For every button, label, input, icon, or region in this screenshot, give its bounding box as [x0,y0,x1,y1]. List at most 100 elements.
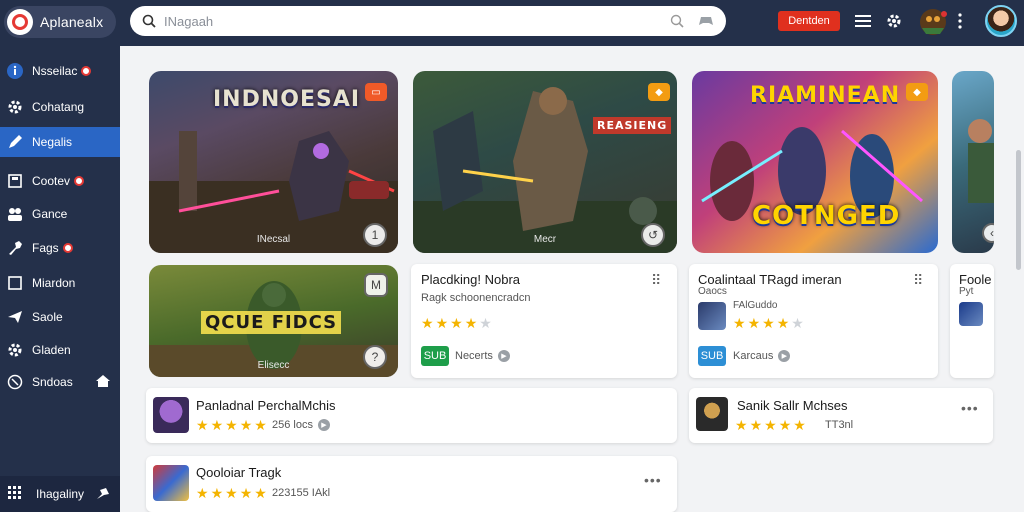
gamepad-icon[interactable] [698,14,714,28]
featured-caption: INecsal [256,234,291,245]
rating-stars: ★ ★ ★ ★ ★ [196,418,267,432]
user-avatar[interactable] [985,5,1017,37]
sidebar-item-gladen[interactable]: Gladen [0,335,120,365]
featured-subtitle: RIAMINEAN [750,83,901,108]
promo-title: QCUE FIDCS [201,311,342,334]
star-icon: ★ [196,417,209,433]
game-card-partial[interactable]: Foole Pyt [950,264,994,378]
scrollbar[interactable] [1016,150,1021,270]
list-item[interactable]: Panladnal PerchalMchis ★ ★ ★ ★ ★ 256 locs ▶ [146,388,677,443]
sidebar-item-fags[interactable]: Fags [0,233,120,263]
list-item[interactable]: Sanik Sallr Mchses ••• ★ ★ ★ ★ ★ TT3nl [689,388,993,443]
game-avatar[interactable] [916,6,950,38]
featured-card-partial[interactable]: ‹ [952,71,994,253]
game-card[interactable]: Coalintaal TRagd imeran ⠿ Oaocs FAlGuddo… [689,264,938,378]
list-item-meta: 223155 IAkl [272,487,330,499]
more-options-icon[interactable]: ⠿ [913,272,924,289]
featured-card[interactable]: REASIENG ◆ Mecr ↺ [413,71,677,253]
rating-stars: ★ ★ ★ ★ ★ [196,486,267,500]
game-card-meta-label: Necerts [455,350,493,362]
sidebar-footer-label: Ihagaliny [36,487,85,501]
sidebar-item-cootev[interactable]: Cootev [0,166,120,196]
more-options-icon[interactable]: ••• [961,400,979,416]
sidebar-item-label: Cootev [32,174,71,188]
game-card-meta: Karcaus ▶ [733,350,791,362]
featured-card[interactable]: RIAMINEAN COTNGED ◆ [692,71,938,253]
app-logo[interactable]: Aplanealx [4,6,116,38]
sidebar-item-negalis[interactable]: Negalis [0,127,120,157]
star-icon: ★ [793,417,806,433]
sidebar-item-sndoas[interactable]: Sndoas [0,367,120,397]
star-icon: ★ [254,417,267,433]
featured-action-button[interactable]: 1 [363,223,387,247]
rating-stars: ★ ★ ★ ★ ★ [421,316,492,330]
rating-stars: ★ ★ ★ ★ ★ [735,418,806,432]
search-input[interactable] [164,13,644,29]
list-item-meta-label: 223155 IAkl [272,487,331,499]
featured-card[interactable]: INDNOESAI ▭ INecsal 1 [149,71,398,253]
star-icon: ★ [747,315,761,331]
arrow-icon: ▶ [317,419,330,431]
promo-help-button[interactable]: ? [363,345,387,369]
more-options-icon[interactable]: ⠿ [651,272,662,289]
game-card-meta-label: Karcaus [733,350,774,362]
arrow-icon: ▶ [778,350,791,362]
sidebar-item-saole[interactable]: Saole [0,302,120,332]
list-item-meta: 256 locs ▶ [272,419,330,431]
gear-icon[interactable] [886,13,902,29]
sidebar-item-label: Gladen [32,343,71,357]
featured-title: INDNOESAI [213,87,361,112]
promo-card[interactable]: QCUE FIDCS Elisecc M ? [149,265,398,377]
home-icon[interactable] [96,375,110,390]
list-item-title: Panladnal PerchalMchis [196,398,336,413]
search-submit-icon[interactable] [670,14,684,28]
game-card-publisher: FAlGuddo [733,300,778,311]
sidebar-item-cohatang[interactable]: Cohatang [0,92,120,122]
app-name: Aplanealx [40,14,104,30]
featured-caption: Mecr [533,234,557,245]
featured-art [413,87,677,253]
sidebar-item-nsseilac[interactable]: Nsseilac [0,56,120,86]
featured-title: REASIENG [593,117,672,134]
kebab-icon[interactable] [957,13,963,29]
notification-badge [62,243,73,253]
sidebar-item-miardon[interactable]: Miardon [0,268,120,298]
list-icon[interactable] [855,14,871,28]
list-item-title: Qooloiar Tragk [196,465,282,480]
info-icon [6,62,24,80]
star-icon: ★ [210,485,224,501]
game-thumbnail [153,465,189,501]
rating-stars: ★ ★ ★ ★ ★ [733,316,804,330]
list-item[interactable]: Qooloiar Tragk ••• ★ ★ ★ ★ ★ 223155 IAkl [146,456,677,512]
featured-action-button[interactable]: ↺ [641,223,665,247]
star-icon: ★ [479,315,492,331]
sidebar-item-label: Miardon [32,276,76,290]
square-icon [6,274,24,292]
promo-top-button[interactable]: M [364,273,388,297]
sidebar-item-label: Fags [32,241,59,255]
primary-action-button[interactable]: Dentden [778,11,840,31]
more-options-icon[interactable]: ••• [644,472,662,488]
sidebar-item-label: Sndoas [32,375,73,389]
subscribe-badge[interactable]: SUB [698,346,726,366]
pin-icon[interactable] [96,488,110,503]
search-bar[interactable] [130,6,726,36]
subscribe-badge[interactable]: SUB [421,346,449,366]
star-icon: ★ [435,315,449,331]
sidebar-footer[interactable]: Ihagaliny [0,476,120,512]
logo-icon [7,9,33,35]
game-card-title: Placdking! Nobra [421,272,520,287]
game-card[interactable]: Placdking! Nobra ⠿ Ragk schoonencradcn ★… [411,264,677,378]
notification-badge [74,176,85,186]
featured-badge: ▭ [365,83,387,101]
sidebar-item-label: Saole [32,310,63,324]
game-card-subtitle: Ragk schoonencradcn [421,292,531,304]
list-item-meta: TT3nl [825,419,853,431]
gear-icon [6,98,24,116]
game-thumbnail [698,302,726,330]
star-icon: ★ [776,315,790,331]
game-thumbnail [153,397,189,433]
sidebar-item-gance[interactable]: Gance [0,199,120,229]
star-icon: ★ [210,417,224,433]
star-icon: ★ [733,315,746,331]
